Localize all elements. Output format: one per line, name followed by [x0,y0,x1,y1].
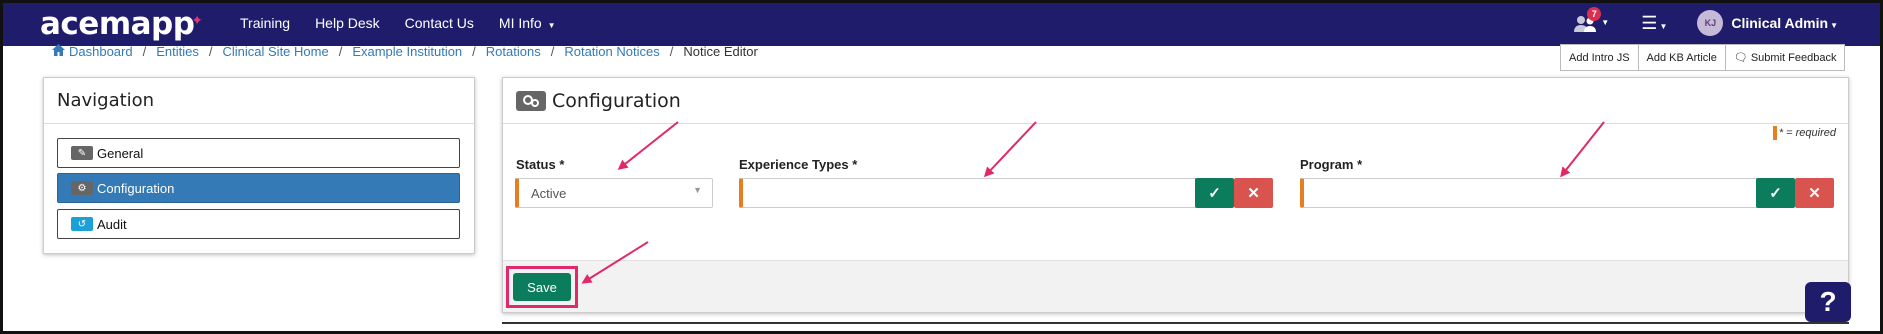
check-icon: ✓ [1769,185,1782,202]
top-nav-links: Training Help Desk Contact Us MI Info ▼ [240,0,581,46]
avatar[interactable]: KJ [1697,10,1724,36]
close-icon: ✕ [1808,185,1821,202]
notifications-button[interactable]: 7 ▼ [1573,7,1609,34]
acemapp-logo[interactable]: acemapp ✦ [40,6,203,42]
history-icon: ↺ [71,217,93,231]
nav-link-help-desk[interactable]: Help Desk [315,15,380,31]
experience-types-input[interactable] [739,178,1197,208]
configuration-header: Configuration [503,78,1848,124]
breadcrumb-entities[interactable]: Entities [156,44,199,59]
configuration-panel: Configuration * = required Status * Acti… [502,77,1849,313]
top-navbar: acemapp ✦ Training Help Desk Contact Us M… [0,0,1883,46]
nav-item-audit[interactable]: ↺ Audit [57,209,460,239]
configuration-footer: Save [503,260,1848,312]
section-divider [502,322,1849,324]
logo-spark-icon: ✦ [191,13,203,29]
add-intro-js-button[interactable]: Add Intro JS [1560,44,1639,71]
nav-link-mi-info[interactable]: MI Info ▼ [499,15,556,31]
breadcrumb-dashboard[interactable]: Dashboard [69,44,133,59]
menu-hamburger-icon[interactable]: ☰ ▼ [1641,13,1667,34]
user-name: Clinical Admin [1731,15,1829,31]
breadcrumb-current: Notice Editor [683,44,758,59]
comments-icon: 🗨 [1733,52,1748,64]
navigation-title: Navigation [44,78,474,124]
experience-types-label: Experience Types * [739,157,858,172]
check-icon: ✓ [1208,185,1221,202]
submit-feedback-button[interactable]: 🗨 Submit Feedback [1725,44,1846,71]
chevron-down-icon: ▼ [1601,18,1610,27]
page-tools: Add Intro JS Add KB Article 🗨 Submit Feed… [1560,44,1846,71]
experience-types-confirm-button[interactable]: ✓ [1195,178,1234,208]
required-legend: * = required [1772,126,1836,140]
user-menu[interactable]: Clinical Admin ▼ [1731,15,1838,31]
save-button[interactable]: Save [513,273,571,301]
logo-text: acemapp [40,6,195,42]
status-select[interactable]: Active ▼ [515,178,713,208]
program-clear-button[interactable]: ✕ [1795,178,1834,208]
nav-item-configuration[interactable]: ⚙ Configuration [57,173,460,203]
close-icon: ✕ [1247,185,1260,202]
home-icon [52,44,65,59]
program-input[interactable] [1300,178,1758,208]
status-label: Status * [516,157,565,172]
breadcrumb: Dashboard / Entities / Clinical Site Home /… [52,44,758,59]
gears-icon: ⚙ [71,181,93,195]
program-confirm-button[interactable]: ✓ [1756,178,1795,208]
add-kb-article-button[interactable]: Add KB Article [1638,44,1726,71]
required-note: * = required [1778,127,1836,139]
chevron-down-icon: ▼ [693,185,702,195]
gears-icon [516,90,546,111]
submit-feedback-label: Submit Feedback [1750,51,1837,64]
breadcrumb-rotation-notices[interactable]: Rotation Notices [564,44,659,59]
navigation-panel: Navigation ✎ General ⚙ Configuration ↺ A… [43,77,475,254]
breadcrumb-example-institution[interactable]: Example Institution [352,44,462,59]
program-label: Program * [1300,157,1363,172]
nav-item-general[interactable]: ✎ General [57,138,460,168]
nav-item-label: Audit [97,216,127,232]
pencil-icon: ✎ [71,146,93,160]
experience-types-clear-button[interactable]: ✕ [1234,178,1273,208]
nav-item-label: Configuration [97,180,175,196]
chevron-down-icon: ▼ [1830,21,1838,30]
top-nav-right: 7 ▼ ☰ ▼ KJ Clinical Admin ▼ [1573,0,1838,46]
nav-item-label: General [97,145,144,161]
mi-info-label: MI Info [498,15,542,31]
nav-link-contact-us[interactable]: Contact Us [405,15,474,31]
help-button[interactable]: ? [1805,282,1851,322]
nav-link-training[interactable]: Training [240,15,290,31]
configuration-title: Configuration [552,89,681,112]
status-value: Active [531,186,567,201]
breadcrumb-clinical-site-home[interactable]: Clinical Site Home [223,44,329,59]
chevron-down-icon: ▼ [547,21,556,30]
breadcrumb-rotations[interactable]: Rotations [486,44,541,59]
